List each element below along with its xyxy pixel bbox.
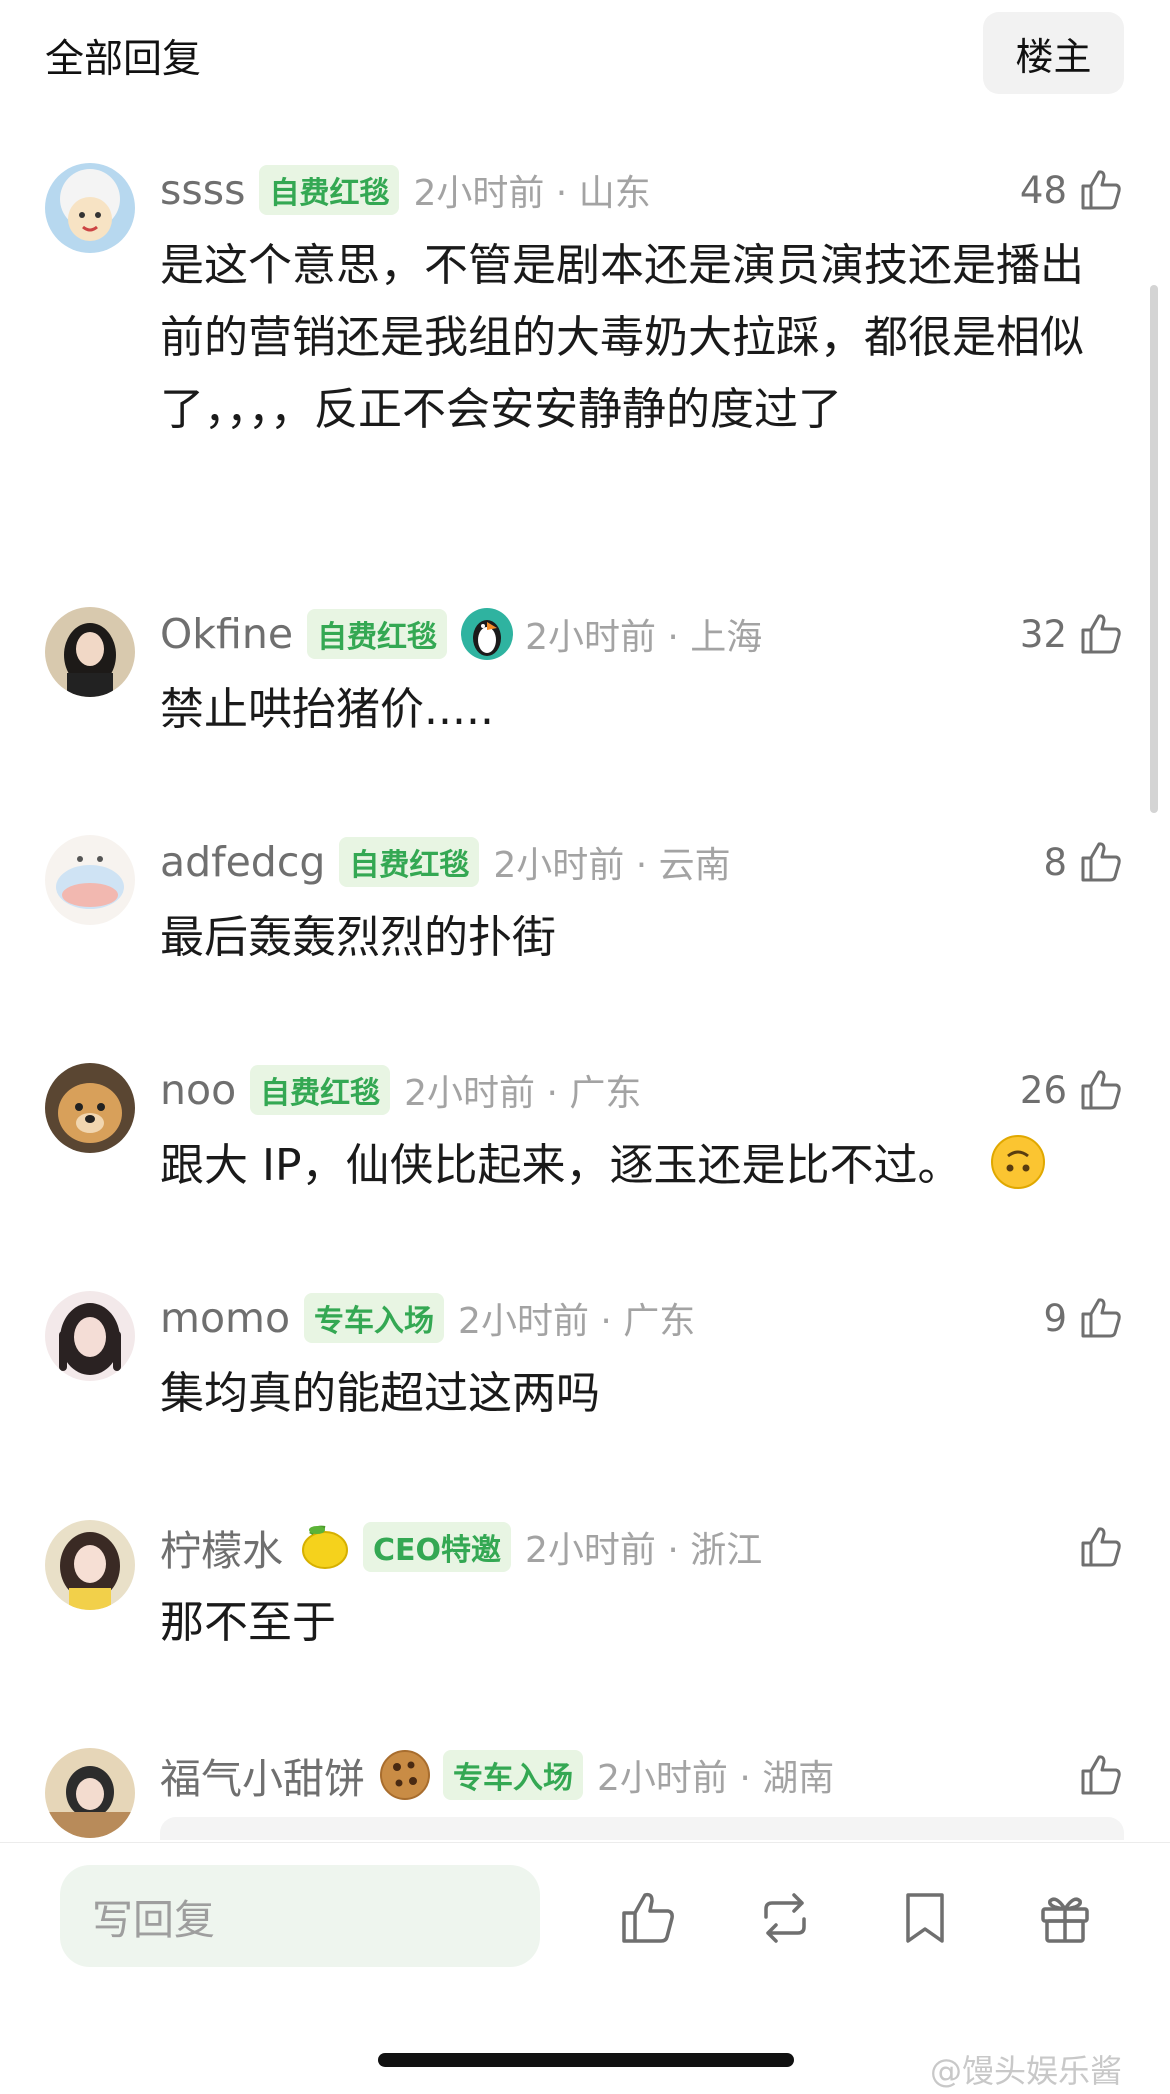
time-location: 2小时前 · 广东	[458, 1301, 696, 1342]
status-badge: 自费红毯	[307, 609, 448, 659]
like-count: 26	[1019, 1068, 1067, 1112]
comment-text: 跟大 IP，仙侠比起来，逐玉还是比不过。	[160, 1130, 1095, 1202]
comment-text-content: 跟大 IP，仙侠比起来，逐玉还是比不过。	[160, 1140, 962, 1191]
comment-meta: ssss 自费红毯 2小时前 · 山东	[160, 160, 651, 220]
lemon-icon	[297, 1520, 351, 1574]
comment-meta: 柠檬水 CEO特邀 2小时前 · 浙江	[160, 1517, 762, 1577]
thumbs-up-icon[interactable]	[617, 1887, 679, 1949]
comment-text: 集均真的能超过这两吗	[160, 1368, 600, 1419]
time-location: 2小时前 · 湖南	[597, 1758, 835, 1799]
reply-input[interactable]: 写回复	[60, 1865, 540, 1967]
thumbs-up-icon	[1081, 170, 1121, 210]
comment-meta: noo 自费红毯 2小时前 · 广东	[160, 1060, 641, 1120]
username[interactable]: momo	[160, 1294, 290, 1342]
upside-down-face-icon	[990, 1135, 1045, 1189]
status-badge: 自费红毯	[250, 1065, 391, 1115]
watermark: @馒头娱乐酱	[930, 2052, 1123, 2090]
status-badge: 自费红毯	[259, 165, 400, 215]
thumbs-up-icon	[1081, 842, 1121, 882]
status-badge: 自费红毯	[339, 837, 480, 887]
comment-meta: adfedcg 自费红毯 2小时前 · 云南	[160, 832, 731, 892]
scrollbar[interactable]	[1150, 285, 1158, 813]
like-button[interactable]: 32	[1020, 604, 1125, 664]
like-button[interactable]: 48	[1020, 160, 1125, 220]
avatar[interactable]	[45, 1063, 135, 1153]
reply-placeholder: 写回复	[92, 1896, 215, 1944]
time-location: 2小时前 · 浙江	[525, 1530, 763, 1571]
like-button[interactable]	[1067, 1745, 1125, 1805]
comment-meta: 福气小甜饼 专车入场 2小时前 · 湖南	[160, 1745, 834, 1805]
like-count: 9	[1043, 1296, 1067, 1340]
quoted-reply-box[interactable]	[160, 1817, 1124, 1840]
comment-text: 那不至于	[160, 1597, 336, 1648]
comment-text: 是这个意思，不管是剧本还是演员演技还是播出前的营销还是我组的大毒奶大拉踩，都很是…	[160, 240, 1084, 435]
thumbs-up-icon	[1081, 1298, 1121, 1338]
status-badge: 专车入场	[304, 1293, 445, 1343]
username[interactable]: noo	[160, 1066, 236, 1114]
avatar[interactable]	[45, 1291, 135, 1381]
thumbs-up-icon	[1081, 1527, 1121, 1567]
comment-text: 禁止哄抬猪价.....	[160, 684, 494, 735]
time-location: 2小时前 · 广东	[404, 1073, 642, 1114]
username[interactable]: Okfine	[160, 610, 293, 658]
thumbs-up-icon	[1081, 1070, 1121, 1110]
like-button[interactable]: 26	[1020, 1060, 1125, 1120]
username[interactable]: 福气小甜饼	[160, 1745, 365, 1805]
status-badge: CEO特邀	[363, 1522, 512, 1572]
avatar[interactable]	[45, 1520, 135, 1610]
cookie-icon	[379, 1749, 431, 1801]
home-indicator[interactable]	[378, 2053, 794, 2067]
like-count: 48	[1019, 168, 1067, 212]
comment-meta: momo 专车入场 2小时前 · 广东	[160, 1288, 695, 1348]
like-count: 32	[1019, 612, 1067, 656]
time-location: 2小时前 · 云南	[493, 845, 731, 886]
like-button[interactable]: 8	[1043, 832, 1125, 892]
time-location: 2小时前 · 山东	[413, 173, 651, 214]
username[interactable]: ssss	[160, 166, 245, 214]
comment-text: 最后轰轰烈烈的扑街	[160, 912, 556, 963]
time-location: 2小时前 · 上海	[525, 617, 763, 658]
thumbs-up-icon	[1081, 614, 1121, 654]
comment-list: ssss 自费红毯 2小时前 · 山东 48 是这个意思，不管是剧本还是演员演技…	[0, 0, 1170, 1840]
avatar[interactable]	[45, 835, 135, 925]
bookmark-icon[interactable]	[894, 1887, 956, 1949]
avatar[interactable]	[45, 607, 135, 697]
like-button[interactable]: 9	[1043, 1288, 1125, 1348]
comment-meta: Okfine 自费红毯 2小时前 · 上海	[160, 604, 762, 664]
like-count: 8	[1043, 840, 1067, 884]
puffin-icon	[461, 608, 514, 660]
repost-icon[interactable]	[754, 1887, 816, 1949]
avatar[interactable]	[45, 163, 135, 253]
thumbs-up-icon	[1081, 1755, 1121, 1795]
status-badge: 专车入场	[443, 1750, 583, 1800]
like-button[interactable]	[1067, 1517, 1125, 1577]
username[interactable]: 柠檬水	[160, 1517, 283, 1577]
username[interactable]: adfedcg	[160, 838, 325, 886]
avatar[interactable]	[45, 1748, 135, 1838]
gift-icon[interactable]	[1034, 1887, 1096, 1949]
